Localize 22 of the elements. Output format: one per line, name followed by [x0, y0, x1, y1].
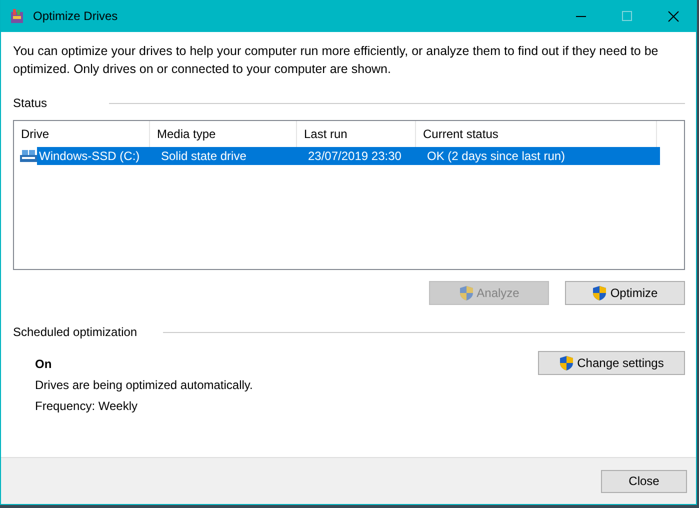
description-text: You can optimize your drives to help your computer run more efficiently, or analyze them to find out if they need to be optimized. Only drives on or connected to your computer are shown.: [13, 43, 660, 78]
window-title: Optimize Drives: [33, 9, 119, 23]
app-icon: [9, 8, 25, 24]
shield-icon: [458, 285, 474, 301]
schedule-text: Drives are being optimized automatically.: [35, 378, 253, 392]
table-row[interactable]: Windows-SSD (C:) Solid state drive 23/07/2019 23:30 OK (2 days since last run): [37, 147, 660, 165]
section-heading: Status: [13, 96, 48, 110]
table-cell-text: Solid state drive: [160, 149, 248, 163]
shield-icon: [559, 355, 574, 371]
close-dialog-button[interactable]: Close: [601, 470, 687, 492]
section-heading: Scheduled optimization: [13, 325, 138, 339]
change-settings-button[interactable]: Change settings: [538, 351, 685, 375]
table-cell-text: Windows-SSD (C:): [38, 149, 141, 163]
shield-icon: [592, 285, 608, 301]
schedule-text: Frequency: Weekly: [35, 399, 138, 413]
schedule-state: On: [35, 357, 53, 371]
maximize-icon: [622, 11, 632, 21]
close-icon: [668, 10, 678, 22]
drive-icon: [20, 149, 37, 163]
table-cell-text: OK (2 days since last run): [426, 149, 566, 163]
optimize-button[interactable]: Optimize: [565, 281, 685, 305]
table-cell-text: 23/07/2019 23:30: [307, 149, 402, 163]
